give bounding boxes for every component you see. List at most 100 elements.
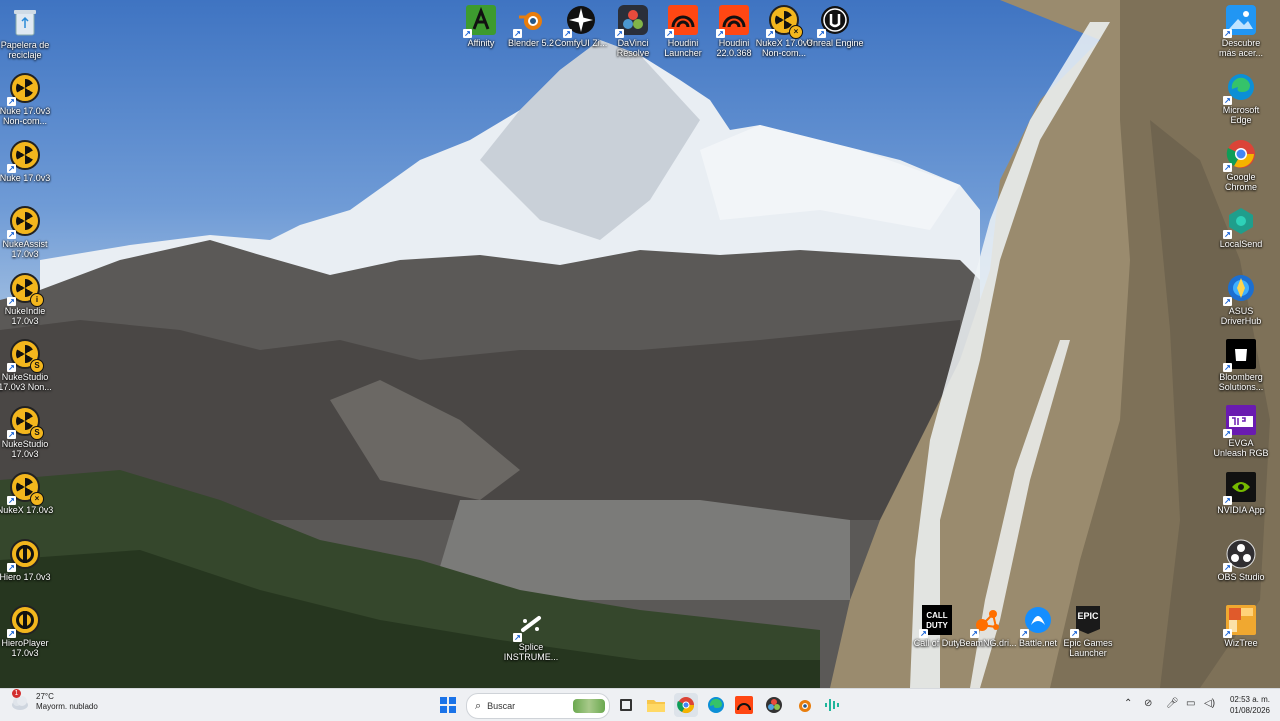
localsend-icon: ↗	[1223, 205, 1257, 239]
desktop-icon-nukex[interactable]: × ↗ NukeX 17.0v3	[0, 471, 54, 515]
display-icon[interactable]: ▭	[1186, 698, 1195, 709]
wiztree-icon: ↗	[1223, 604, 1257, 638]
desktop-icon-obs[interactable]: ↗ OBS Studio	[1212, 538, 1270, 582]
icon-label: Houdini Launcher	[664, 38, 702, 58]
weather-temp: 27°C	[36, 692, 54, 701]
desktop-icon-spotlight[interactable]: ↗ Descubre más acer...	[1212, 4, 1270, 58]
taskbar-houdini[interactable]	[732, 693, 756, 717]
task-view-button[interactable]	[614, 693, 638, 717]
evga-rgb-icon: ↗	[1223, 404, 1257, 438]
desktop-icon-bloomberg[interactable]: ↗ Bloomberg Solutions...	[1212, 338, 1270, 392]
speaker-icon[interactable]: ◁)	[1204, 698, 1215, 709]
desktop-icon-nukestudio[interactable]: S ↗ NukeStudio 17.0v3	[0, 405, 54, 459]
icon-label: Call of Duty	[913, 638, 961, 648]
search-highlight-image	[573, 699, 605, 713]
blender-icon: ↗	[513, 4, 547, 38]
battlenet-icon: ↗	[1020, 604, 1054, 638]
desktop-icon-comfyui[interactable]: ↗ ComfyUI Zi...	[552, 4, 610, 48]
icon-label: NukeX 17.0v3	[0, 505, 54, 515]
desktop-icon-nuke[interactable]: ↗ Nuke 17.0v3	[0, 139, 54, 183]
nukex-icon: × ↗	[7, 471, 44, 506]
icon-label: Splice INSTRUME...	[503, 642, 559, 662]
taskbar-audio-app[interactable]	[820, 693, 844, 717]
desktop-icon-recycle-bin[interactable]: Papelera de reciclaje	[0, 6, 54, 60]
epic-games-icon: EPIC ↗	[1070, 604, 1104, 638]
icon-label: Bloomberg Solutions...	[1218, 372, 1264, 392]
houdini-icon	[735, 696, 753, 714]
houdini-icon: ↗	[665, 4, 699, 38]
icon-label: WizTree	[1224, 638, 1258, 648]
icon-label: OBS Studio	[1217, 572, 1265, 582]
unreal-engine-icon: ↗	[817, 4, 851, 38]
microphone-icon[interactable]: 🎤︎	[1166, 698, 1179, 709]
desktop-icon-hiero[interactable]: ↗ Hiero 17.0v3	[0, 538, 54, 582]
comfyui-icon: ↗	[563, 4, 597, 38]
edge-icon: ↗	[1223, 71, 1257, 105]
chevron-up-icon[interactable]: ⌃	[1124, 698, 1132, 709]
desktop-icon-splice[interactable]: ↗ Splice INSTRUME...	[502, 608, 560, 662]
nuke-icon: ↗	[7, 139, 41, 173]
asus-driverhub-icon: ↗	[1223, 272, 1257, 306]
affinity-icon: ↗	[463, 4, 497, 38]
taskbar-chrome[interactable]	[674, 693, 698, 717]
desktop-icon-nukex-noncom[interactable]: × ↗ NukeX 17.0v3 Non-com...	[755, 4, 813, 58]
network-off-icon[interactable]: ⊘	[1144, 698, 1152, 709]
icon-label: NVIDIA App	[1217, 505, 1265, 515]
search-box[interactable]: ⌕ Buscar	[466, 693, 610, 719]
chrome-icon	[677, 697, 695, 714]
desktop-icon-nvidia[interactable]: ↗ NVIDIA App	[1212, 471, 1270, 515]
system-clock[interactable]: 02:53 a. m. 01/08/2026	[1230, 694, 1270, 716]
davinci-resolve-icon: ↗	[615, 4, 649, 38]
obs-icon: ↗	[1223, 538, 1257, 572]
clock-time: 02:53 a. m.	[1229, 695, 1270, 704]
desktop-icon-evga-rgb[interactable]: ↗ EVGA Unleash RGB	[1212, 404, 1270, 458]
start-button[interactable]	[436, 693, 460, 717]
desktop-icon-edge[interactable]: ↗ Microsoft Edge	[1212, 71, 1270, 125]
icon-label: LocalSend	[1219, 239, 1263, 249]
weather-widget[interactable]: 1 27°C Mayorm. nublado	[10, 689, 98, 712]
icon-label: ASUS DriverHub	[1220, 306, 1262, 326]
nvidia-icon: ↗	[1223, 471, 1257, 505]
taskbar-file-explorer[interactable]	[644, 693, 668, 717]
blender-icon	[799, 700, 811, 712]
taskbar-davinci-resolve[interactable]	[762, 693, 786, 717]
icon-label: Nuke 17.0v3 Non-com...	[0, 106, 51, 126]
icon-label: HieroPlayer 17.0v3	[1, 638, 49, 658]
icon-label: EVGA Unleash RGB	[1213, 438, 1269, 458]
icon-label: Hiero 17.0v3	[0, 572, 51, 582]
hieroplayer-icon: ↗	[7, 604, 41, 638]
desktop-icon-nukeassist[interactable]: ↗ NukeAssist 17.0v3	[0, 205, 54, 259]
windows-start-icon	[440, 697, 456, 713]
desktop-icon-nukestudio-noncom[interactable]: S ↗ NukeStudio 17.0v3 Non...	[0, 338, 54, 392]
weather-alert-badge: 1	[12, 689, 21, 698]
nukex-icon: × ↗	[766, 4, 803, 39]
icon-label: Unreal Engine	[806, 38, 864, 48]
cloud-icon: 1	[10, 689, 30, 712]
icon-label: Google Chrome	[1224, 172, 1257, 192]
desktop-icon-hieroplayer[interactable]: ↗ HieroPlayer 17.0v3	[0, 604, 54, 658]
desktop-icon-nuke-noncom[interactable]: ↗ Nuke 17.0v3 Non-com...	[0, 72, 54, 126]
desktop-icon-asus-driverhub[interactable]: ↗ ASUS DriverHub	[1212, 272, 1270, 326]
icon-label: NukeStudio 17.0v3	[1, 439, 49, 459]
desktop-icon-unreal-engine[interactable]: ↗ Unreal Engine	[806, 4, 864, 48]
chrome-icon: ↗	[1223, 138, 1257, 172]
desktop: Papelera de reciclaje ↗ Nuke 17.0v3 Non-…	[0, 0, 1280, 688]
desktop-icon-wiztree[interactable]: ↗ WizTree	[1212, 604, 1270, 648]
icon-label: NukeAssist 17.0v3	[2, 239, 48, 259]
nukestudio-icon: S ↗	[7, 338, 44, 373]
desktop-icon-houdini-launcher[interactable]: ↗ Houdini Launcher	[654, 4, 712, 58]
desktop-icon-nukeindie[interactable]: i ↗ NukeIndie 17.0v3	[0, 272, 54, 326]
nukeassist-icon: ↗	[7, 205, 41, 239]
desktop-icon-call-of-duty[interactable]: CALL DUTY ↗ Call of Duty	[908, 604, 966, 648]
call-of-duty-icon: CALL DUTY ↗	[919, 604, 953, 638]
nukestudio-icon: S ↗	[7, 405, 44, 440]
icon-label: Nuke 17.0v3	[0, 173, 51, 183]
desktop-icon-chrome[interactable]: ↗ Google Chrome	[1212, 138, 1270, 192]
desktop-icon-localsend[interactable]: ↗ LocalSend	[1212, 205, 1270, 249]
taskbar-edge[interactable]	[704, 693, 728, 717]
audio-app-icon	[825, 699, 839, 711]
taskbar-blender[interactable]	[792, 693, 816, 717]
clock-date: 01/08/2026	[1229, 706, 1270, 715]
taskbar: 1 27°C Mayorm. nublado ⌕ Buscar ⌃ ⊘ 🎤︎ ▭…	[0, 688, 1280, 721]
desktop-icon-epic-games[interactable]: EPIC ↗ Epic Games Launcher	[1059, 604, 1117, 658]
